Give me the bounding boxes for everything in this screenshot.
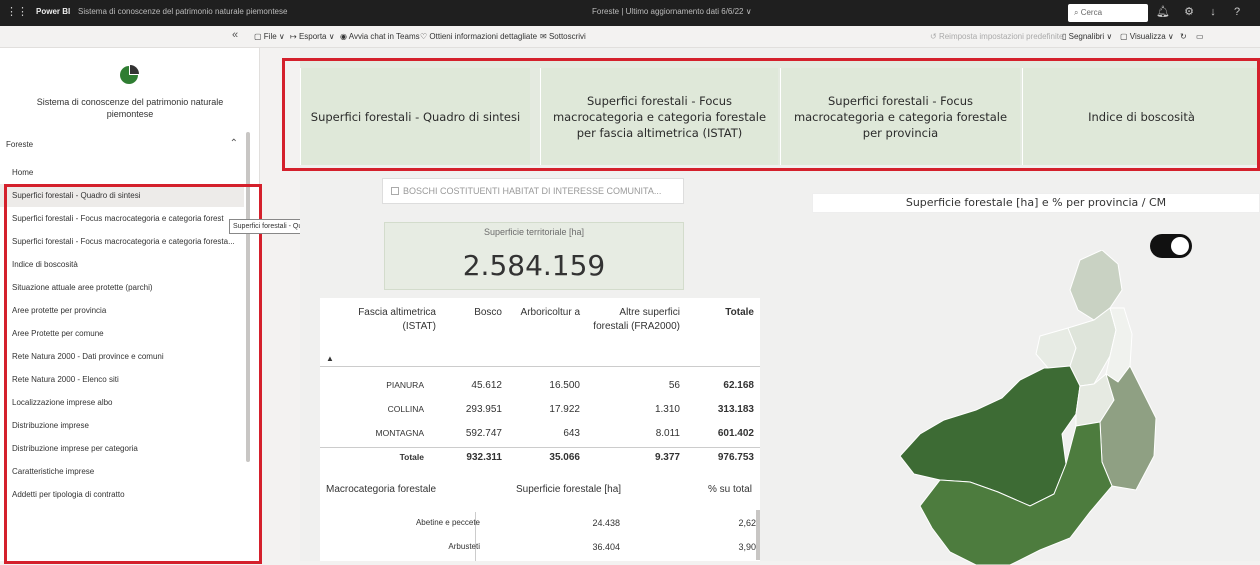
table-cell: 62.168	[723, 380, 754, 391]
sidebar-item[interactable]: Home	[0, 161, 244, 184]
table-cell: 1.310	[654, 404, 680, 415]
map-title: Superficie forestale [ha] e % per provin…	[812, 193, 1260, 213]
file-menu[interactable]: ▢ File ∨	[254, 32, 285, 41]
logo-icon	[120, 65, 139, 84]
table-row-label: MONTAGNA	[375, 428, 424, 438]
subscribe-button[interactable]: ✉ Sottoscrivi	[540, 32, 586, 41]
bookmarks-menu[interactable]: ▯ Segnalibri ∨	[1062, 32, 1112, 41]
table-cell: 35.066	[549, 452, 580, 463]
table-cell: 601.402	[717, 428, 754, 439]
highlight-frame-top	[282, 58, 1260, 171]
table-row-label: COLLINA	[387, 404, 424, 414]
system-title: Sistema di conoscenze del patrimonio nat…	[36, 97, 224, 119]
col-header-superficie[interactable]: Superficie forestale [ha]	[516, 484, 621, 495]
col-header-macrocategoria[interactable]: Macrocategoria forestale	[326, 484, 436, 495]
view-menu[interactable]: ▢ Visualizza ∨	[1120, 32, 1174, 41]
table-cell: 36.404	[592, 542, 620, 552]
col-header-arboricoltura[interactable]: Arboricoltur a	[510, 306, 580, 320]
search-placeholder: Cerca	[1080, 8, 1103, 17]
bell-icon[interactable]: 🔔︎	[1156, 5, 1170, 19]
table-cell: 3,90	[738, 542, 756, 552]
table-cell: 56	[668, 380, 680, 391]
collapse-nav-icon[interactable]: «	[232, 29, 238, 41]
kpi-card: Superficie territoriale [ha] 2.584.159	[384, 222, 684, 290]
table-cell: 932.311	[466, 452, 502, 463]
table-row-label: PIANURA	[386, 380, 424, 390]
table-cell: 293.951	[465, 404, 502, 415]
table-cell: 643	[563, 428, 580, 439]
table-cell: 592.747	[465, 428, 502, 439]
col-header-bosco[interactable]: Bosco	[450, 306, 502, 320]
highlight-frame-left	[4, 184, 262, 564]
product-name[interactable]: Power BI	[36, 7, 70, 16]
checkbox-icon	[391, 187, 399, 195]
waffle-icon[interactable]: ⋮⋮	[6, 5, 28, 19]
kpi-value: 2.584.159	[462, 249, 606, 282]
section-foreste[interactable]: Foreste ⌃	[6, 138, 242, 154]
table-cell: 8.011	[655, 428, 680, 439]
table-cell: 976.753	[717, 452, 754, 463]
gear-icon[interactable]: ⚙	[1182, 5, 1196, 19]
table-scrollbar[interactable]	[756, 510, 760, 560]
table-cell: 24.438	[592, 518, 620, 528]
refresh-icon[interactable]: ↻	[1180, 32, 1187, 41]
sort-ascending-icon[interactable]: ▲	[326, 354, 334, 363]
search-input[interactable]: ⌕ Cerca	[1068, 4, 1148, 22]
habitat-filter-label: BOSCHI COSTITUENTI HABITAT DI INTERESSE …	[403, 186, 662, 196]
col-header-totale[interactable]: Totale	[704, 306, 754, 320]
chevron-up-icon[interactable]: ⌃	[230, 138, 238, 149]
header-divider	[320, 366, 760, 367]
teams-chat-button[interactable]: ◉ Avvia chat in Teams	[340, 32, 420, 41]
col-header-fascia[interactable]: Fascia altimetrica (ISTAT)	[324, 306, 436, 334]
kpi-label: Superficie territoriale [ha]	[483, 227, 585, 237]
section-label: Foreste	[6, 140, 34, 149]
table-cell: 9.377	[654, 452, 680, 463]
table-row-label: Arbusteti	[448, 542, 480, 551]
export-menu[interactable]: ↦ Esporta ∨	[290, 32, 335, 41]
reset-button[interactable]: ↺ Reimposta impostazioni predefinite	[930, 32, 1063, 41]
help-icon[interactable]: ?	[1230, 5, 1244, 19]
table-row-label: Totale	[399, 452, 424, 462]
table-cell: 313.183	[717, 404, 754, 415]
habitat-filter-button[interactable]: BOSCHI COSTITUENTI HABITAT DI INTERESSE …	[382, 178, 684, 204]
table-cell: 16.500	[549, 380, 580, 391]
toolbar: « ▢ File ∨ ↦ Esporta ∨ ◉ Avvia chat in T…	[0, 26, 1260, 48]
totals-divider	[320, 447, 760, 448]
table-row-label: Abetine e peccete	[415, 518, 480, 527]
table-cell: 45.612	[471, 380, 502, 391]
table-cell: 17.922	[549, 404, 580, 415]
col-header-altre[interactable]: Altre superfici forestali (FRA2000)	[590, 306, 680, 334]
insights-button[interactable]: ♡ Ottieni informazioni dettagliate	[420, 32, 537, 41]
title-bar: ⋮⋮ Power BI Sistema di conoscenze del pa…	[0, 0, 1260, 26]
province-torino[interactable]	[899, 365, 1081, 507]
comment-icon[interactable]: ▭	[1196, 32, 1204, 41]
report-status[interactable]: Foreste | Ultimo aggiornamento dati 6/6/…	[592, 7, 752, 16]
download-icon[interactable]: ↓	[1206, 5, 1220, 19]
table-cell: 2,62	[738, 518, 756, 528]
col-header-percentuale[interactable]: % su total	[708, 484, 752, 495]
macrocategory-table: Macrocategoria forestale Superficie fore…	[320, 474, 760, 561]
report-title: Sistema di conoscenze del patrimonio nat…	[78, 7, 288, 16]
province-map	[899, 250, 1157, 565]
